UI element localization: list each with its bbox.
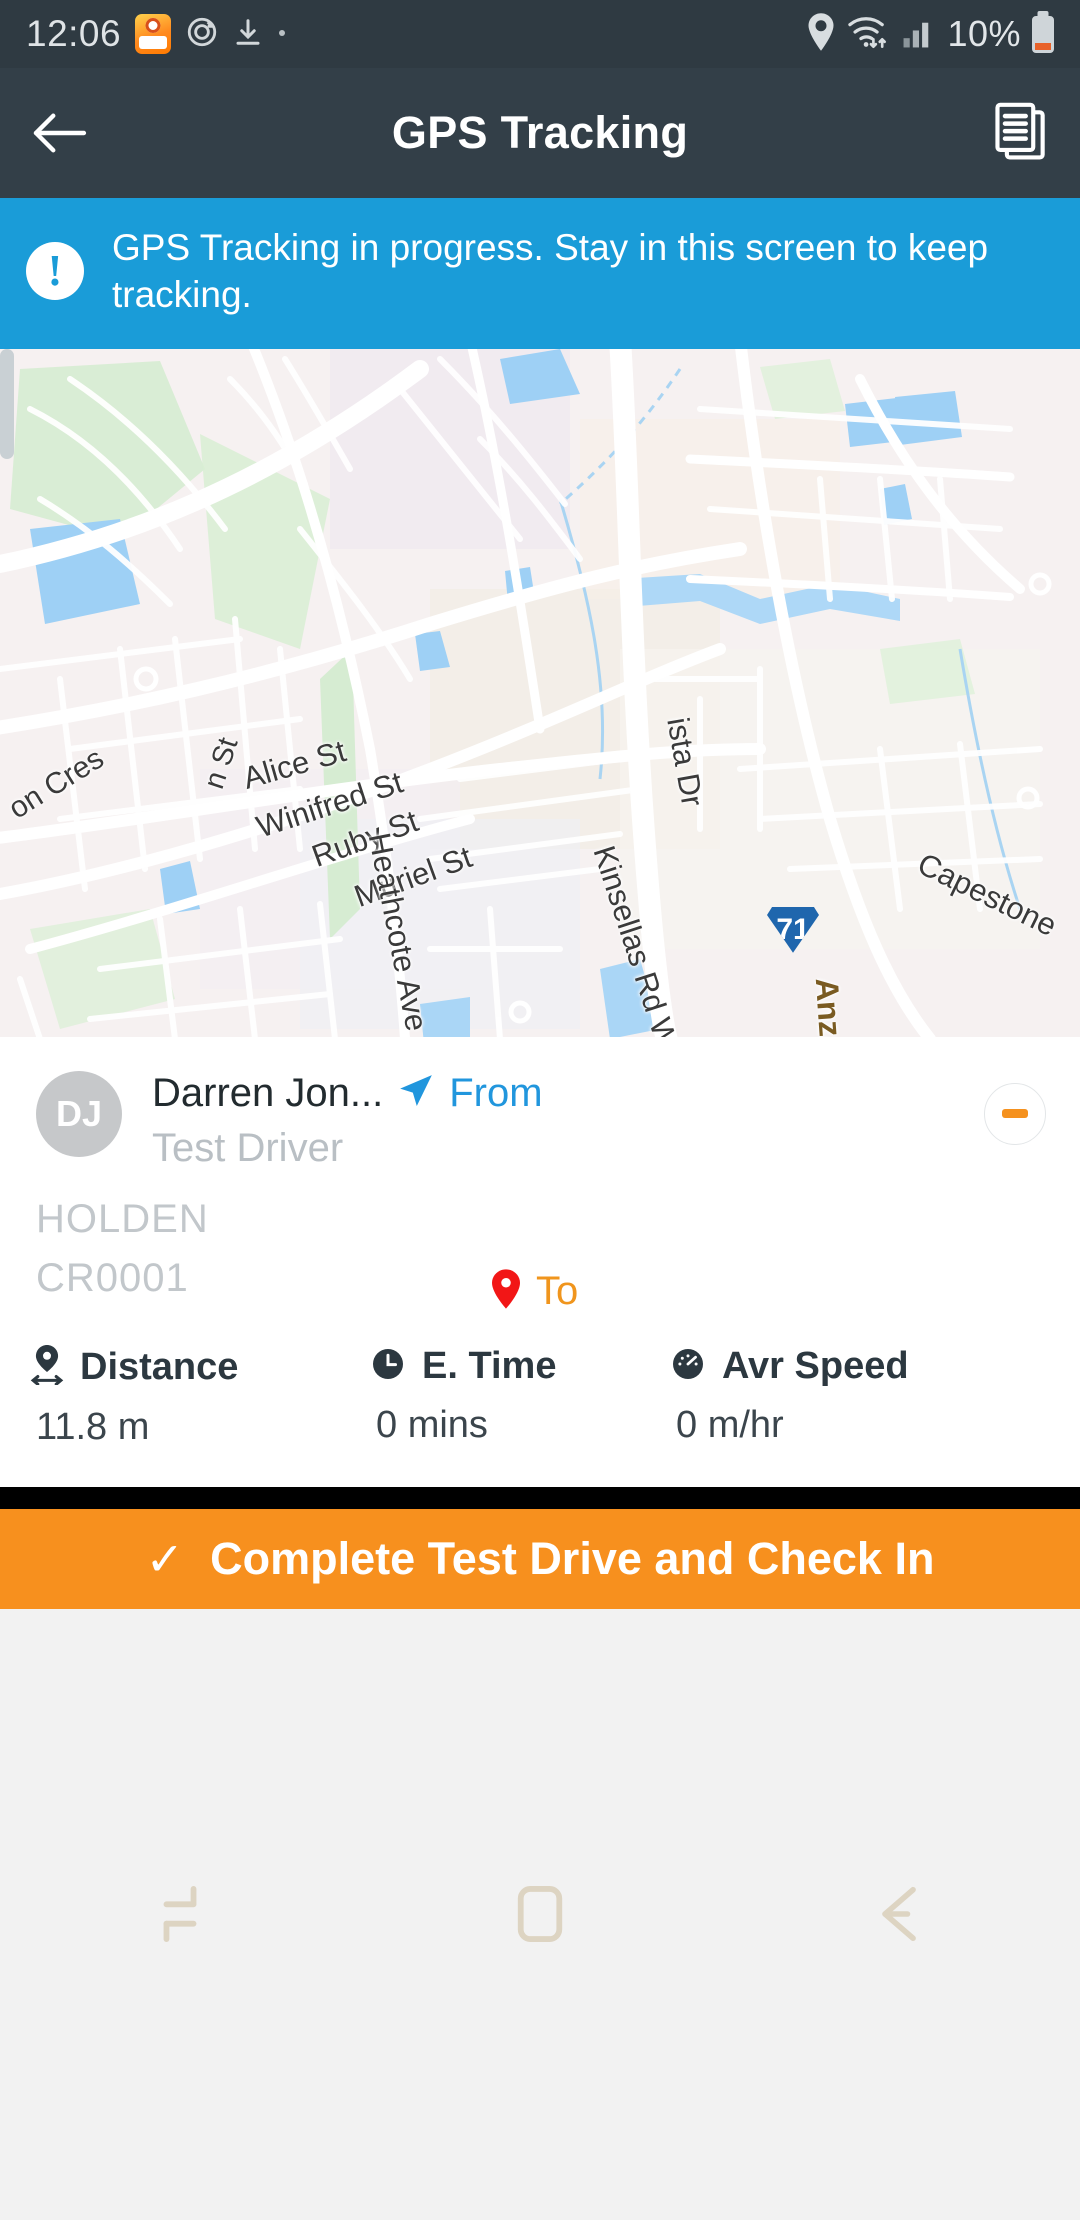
stat-speed-head: Avr Speed: [670, 1345, 909, 1388]
vehicle-make: HOLDEN: [36, 1196, 209, 1241]
status-time: 12:06: [26, 13, 122, 54]
wifi-icon: [847, 14, 891, 55]
sync-icon: [185, 15, 219, 54]
page-title: GPS Tracking: [391, 107, 689, 158]
home-button[interactable]: [465, 1883, 615, 1945]
notes-icon[interactable]: [992, 101, 1050, 165]
from-label: From: [449, 1070, 543, 1115]
driver-name-row: Darren Jon... From: [152, 1071, 543, 1116]
stat-title: E. Time: [422, 1344, 557, 1387]
dot-icon: [277, 25, 287, 43]
gps-tracking-screen: 12:06 10% GPS Tracking ! GPS Tracking in…: [0, 0, 1080, 2220]
stat-title: Distance: [80, 1345, 239, 1388]
status-bar-left: 12:06: [26, 13, 287, 55]
stat-value: 11.8 m: [36, 1405, 150, 1448]
recent-apps-button[interactable]: [105, 1883, 255, 1945]
android-navigation-bar: [0, 1608, 1080, 2220]
navigation-arrow-icon: [397, 1072, 435, 1115]
app-notification-icon: [135, 14, 172, 54]
location-icon: [806, 12, 836, 56]
map-view[interactable]: on Cres n St Alice St Winifred St Ruby S…: [0, 348, 1080, 1037]
collapse-minus-button[interactable]: [984, 1082, 1046, 1145]
distance-pin-icon: [30, 1344, 64, 1390]
map-canvas: [0, 348, 1080, 1037]
complete-test-drive-label: Complete Test Drive and Check In: [210, 1532, 935, 1584]
to-label: To: [536, 1268, 579, 1313]
status-bar: 12:06 10%: [0, 0, 1080, 68]
complete-test-drive-button[interactable]: ✓ Complete Test Drive and Check In: [0, 1508, 1080, 1609]
clock-icon: [370, 1346, 406, 1387]
stat-average-speed: Avr Speed 0 m/hr: [670, 1345, 909, 1449]
map-drag-handle[interactable]: [0, 348, 14, 459]
back-button[interactable]: [825, 1883, 975, 1945]
trip-stats: Distance 11.8 m E. Time 0 mins Avr Speed…: [0, 1300, 1080, 1487]
stat-value: 0 mins: [376, 1403, 488, 1446]
driver-name: Darren Jon...: [152, 1070, 384, 1115]
driver-row: DJ Darren Jon... From Test Driver: [36, 1070, 1044, 1171]
to-row: To: [492, 1269, 578, 1314]
trip-info-card: DJ Darren Jon... From Test Driver HOLDEN…: [0, 1036, 1080, 1313]
avatar: DJ: [36, 1070, 122, 1157]
status-bar-right: 10%: [806, 12, 1054, 56]
stat-title: Avr Speed: [722, 1344, 909, 1387]
speedometer-icon: [670, 1346, 706, 1387]
download-icon: [233, 16, 263, 53]
driver-names: Darren Jon... From Test Driver: [152, 1071, 543, 1171]
battery-icon: [1032, 15, 1054, 53]
stat-elapsed-time: E. Time 0 mins: [370, 1345, 670, 1449]
cellular-signal-icon: [902, 15, 936, 54]
app-toolbar: GPS Tracking: [0, 68, 1080, 198]
check-icon: ✓: [145, 1532, 185, 1585]
map-pin-icon: [492, 1269, 520, 1314]
stat-time-head: E. Time: [370, 1345, 670, 1388]
back-arrow-icon[interactable]: [30, 110, 88, 156]
minus-icon: [1002, 1109, 1028, 1119]
stat-distance-head: Distance: [30, 1344, 370, 1390]
driver-subtitle: Test Driver: [152, 1125, 344, 1170]
tracking-status-banner: ! GPS Tracking in progress. Stay in this…: [0, 198, 1080, 457]
stat-value: 0 m/hr: [676, 1403, 784, 1446]
vehicle-row: HOLDEN CR0001 To: [36, 1196, 1044, 1313]
stat-distance: Distance 11.8 m: [30, 1344, 370, 1449]
divider-black: [0, 1486, 1080, 1509]
banner-message: GPS Tracking in progress. Stay in this s…: [112, 227, 989, 316]
battery-percent: 10%: [947, 13, 1021, 54]
alert-exclamation-icon: !: [26, 242, 84, 301]
